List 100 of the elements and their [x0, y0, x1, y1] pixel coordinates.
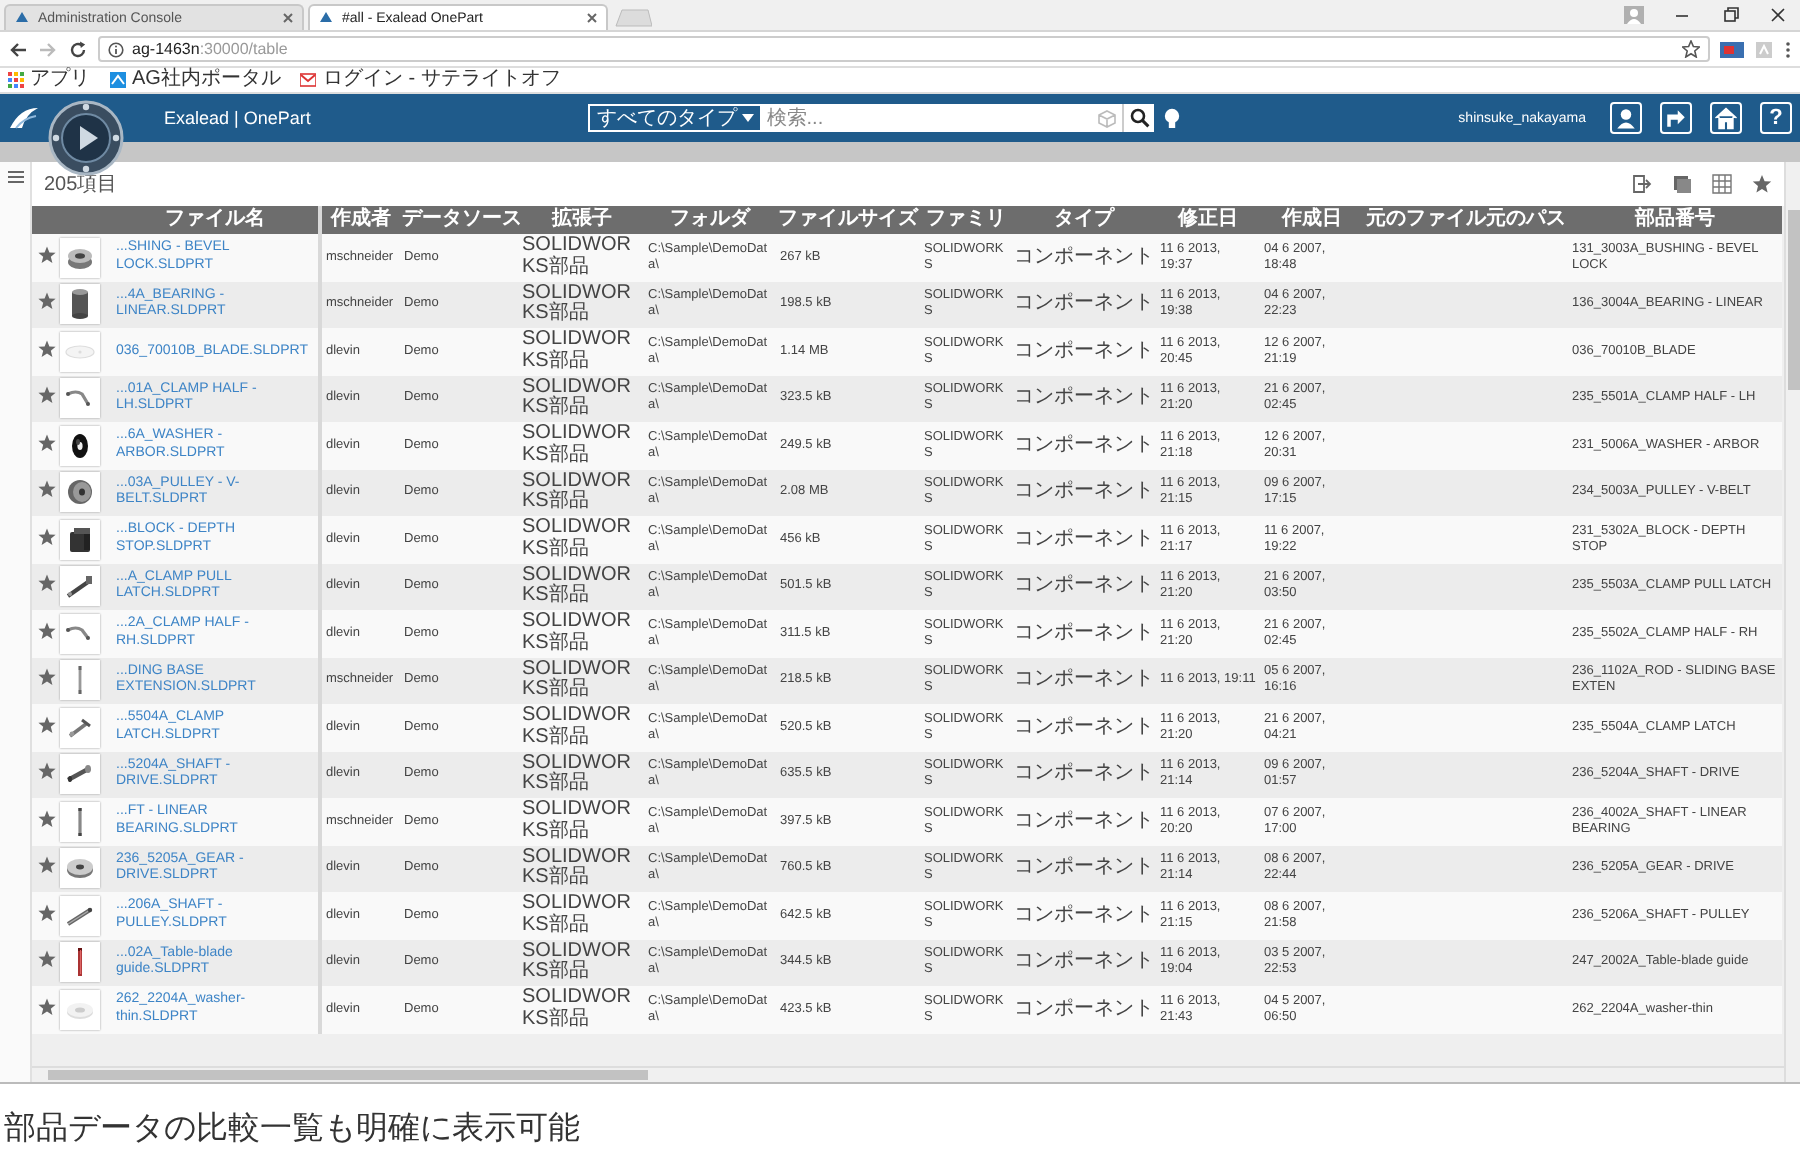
result-count: 205項目 — [44, 172, 118, 198]
bookmark[interactable]: アプリ — [8, 68, 90, 92]
logo-icon — [8, 104, 40, 132]
table-cell: コンポーネント — [1014, 294, 1154, 315]
site-icon — [14, 10, 30, 26]
table-cell-text: SOLIDWORKS部品 — [522, 377, 633, 420]
table-cell-text: SOLIDWORKS部品 — [522, 800, 633, 843]
table-cell: コンポーネント — [1014, 435, 1154, 456]
column-header[interactable]: 部品番号 — [1568, 206, 1782, 234]
scrollbar-thumb[interactable] — [48, 1070, 648, 1080]
table-cell-text: SOLIDWORKS部品 — [522, 330, 633, 373]
table-cell: コンポーネント — [1014, 999, 1154, 1020]
table-cell: コンポーネント — [1014, 623, 1154, 644]
column-header[interactable]: 元のパス — [1484, 206, 1568, 234]
restore-icon[interactable] — [1720, 6, 1740, 24]
column-header[interactable]: 作成者 — [320, 206, 400, 234]
search-button[interactable] — [1122, 104, 1155, 132]
favorite-star-icon[interactable] — [37, 574, 55, 593]
column-header[interactable]: データソース — [400, 206, 520, 234]
url-path: :30000/table — [199, 40, 288, 58]
column-header[interactable]: 元のファイル — [1364, 206, 1484, 234]
table-cell-text: SOLIDWORKS部品 — [522, 283, 633, 326]
table-cell: コンポーネント — [1014, 952, 1154, 973]
favorite-star-icon[interactable] — [37, 292, 55, 311]
favorite-star-icon[interactable] — [37, 339, 55, 358]
close-icon[interactable] — [1768, 6, 1788, 24]
column-header[interactable]: タイプ — [1012, 206, 1156, 234]
table-cell: コンポーネント — [1014, 341, 1154, 362]
caret-icon — [742, 114, 755, 122]
favorite-star-icon[interactable] — [37, 809, 55, 828]
help-button[interactable]: ? — [1760, 102, 1792, 134]
info-icon[interactable] — [108, 41, 124, 57]
close-icon[interactable] — [586, 12, 598, 24]
favorite-star-icon[interactable] — [37, 903, 55, 922]
star-icon[interactable] — [1752, 174, 1772, 194]
table-cell: コンポーネント — [1014, 858, 1154, 879]
reload-icon[interactable] — [68, 39, 88, 59]
favorite-star-icon[interactable] — [37, 856, 55, 875]
export-icon[interactable] — [1632, 174, 1652, 194]
horizontal-scrollbar[interactable] — [32, 1066, 1784, 1082]
table-cell: コンポーネント — [1014, 482, 1154, 503]
menu-icon[interactable] — [1784, 39, 1792, 59]
favorite-star-icon[interactable] — [37, 668, 55, 687]
column-header[interactable]: ファミリ — [920, 206, 1012, 234]
back-icon[interactable] — [8, 39, 28, 59]
type-dropdown[interactable]: すべてのタイプ — [588, 104, 763, 132]
table-cell-text: SOLIDWORKS部品 — [522, 894, 633, 937]
table-cell-text: SOLIDWORKS部品 — [522, 706, 633, 749]
table-cell-text: SOLIDWORKS部品 — [522, 236, 633, 279]
user-button[interactable] — [1610, 102, 1642, 134]
caption: 部品データの比較一覧も明確に表示可能 — [2, 1109, 582, 1150]
table-cell: コンポーネント — [1014, 576, 1154, 597]
scrollbar-thumb[interactable] — [1787, 210, 1799, 390]
favorite-star-icon[interactable] — [37, 433, 55, 452]
bookmark[interactable]: AG社内ポータル — [110, 68, 281, 92]
table-cell: コンポーネント — [1014, 247, 1154, 268]
table-cell-text: SOLIDWORKS部品 — [522, 471, 633, 514]
mail-icon — [300, 72, 317, 88]
table-cell-text: SOLIDWORKS部品 — [522, 565, 633, 608]
favorite-star-icon[interactable] — [37, 950, 55, 969]
app-title: Exalead | OnePart — [164, 108, 311, 128]
favorite-star-icon[interactable] — [37, 762, 55, 781]
extension-icon[interactable] — [1720, 39, 1744, 59]
table-cell: コンポーネント — [1014, 388, 1154, 409]
address-field[interactable]: ag-1463n:30000/table — [98, 36, 1710, 62]
menu-icon[interactable] — [7, 170, 23, 184]
favorite-star-icon[interactable] — [37, 245, 55, 264]
favorite-star-icon[interactable] — [37, 386, 55, 405]
search-field[interactable]: 検索... — [762, 104, 1123, 132]
favorite-star-icon[interactable] — [37, 621, 55, 640]
table-cell-text: SOLIDWORKS部品 — [522, 753, 633, 796]
column-header[interactable]: ファイルサイズ — [776, 206, 920, 234]
table-cell: コンポーネント — [1014, 529, 1154, 550]
home-icon — [1712, 102, 1740, 134]
favorite-star-icon[interactable] — [37, 715, 55, 734]
search-icon — [1129, 108, 1150, 128]
bookmark-star-icon[interactable] — [1682, 40, 1700, 58]
column-header[interactable]: 作成日 — [1260, 206, 1364, 234]
favorite-star-icon[interactable] — [37, 527, 55, 546]
column-header[interactable]: 拡張子 — [520, 206, 644, 234]
table-cell: コンポーネント — [1014, 717, 1154, 738]
vertical-scrollbar[interactable] — [1784, 162, 1800, 1082]
table-cell-text: SOLIDWORKS部品 — [522, 941, 633, 984]
table-cell: コンポーネント — [1014, 811, 1154, 832]
column-header[interactable]: 修正日 — [1156, 206, 1260, 234]
home-button[interactable] — [1710, 102, 1742, 134]
apps-grid-icon — [8, 72, 24, 88]
table-cell: コンポーネント — [1014, 670, 1154, 691]
bookmark[interactable]: ログイン - サテライトオフ — [300, 68, 561, 92]
table-cell: コンポーネント — [1014, 764, 1154, 785]
share-button[interactable] — [1660, 102, 1692, 134]
stack-icon[interactable] — [1672, 174, 1692, 194]
lightbulb-icon[interactable] — [1164, 107, 1181, 129]
favorite-star-icon[interactable] — [37, 997, 55, 1016]
favorite-star-icon[interactable] — [37, 480, 55, 499]
grid-icon[interactable] — [1712, 174, 1732, 194]
column-header[interactable]: ファイル名 — [112, 206, 320, 234]
table-cell-text: SOLIDWORKS部品 — [522, 659, 633, 702]
column-header[interactable]: フォルダ — [644, 206, 776, 234]
table-cell: コンポーネント — [1014, 905, 1154, 926]
